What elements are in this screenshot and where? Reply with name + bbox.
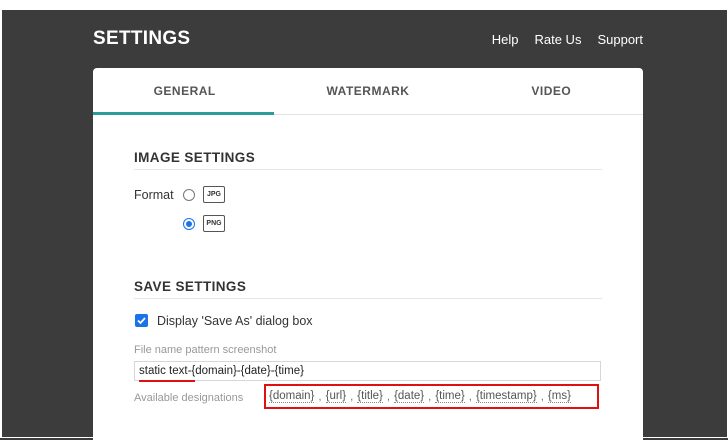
tab-watermark[interactable]: WATERMARK [276,68,459,114]
page-title: SETTINGS [93,28,191,49]
support-link[interactable]: Support [597,32,643,47]
window-frame-left [0,0,2,438]
checkmark-icon [137,317,146,325]
save-as-dialog-label: Display 'Save As' dialog box [157,314,313,328]
jpg-radio[interactable] [183,189,195,201]
format-label: Format [134,188,174,202]
designation-time[interactable]: {time} [435,390,465,403]
image-settings-heading: IMAGE SETTINGS [134,150,256,165]
separator: , [318,390,322,403]
rate-us-link[interactable]: Rate Us [534,32,581,47]
section-divider [134,169,602,170]
designation-date[interactable]: {date} [394,390,425,403]
designations-highlight-box: {domain} , {url} , {title} , {date} , {t… [264,384,599,409]
settings-card: GENERAL WATERMARK VIDEO IMAGE SETTINGS F… [93,68,643,440]
active-tab-indicator [93,112,274,115]
tab-video[interactable]: VIDEO [460,68,643,114]
png-file-icon: PNG [203,215,225,232]
designation-url[interactable]: {url} [325,390,347,403]
window-frame-top [0,0,728,10]
designation-domain[interactable]: {domain} [269,390,315,403]
help-link[interactable]: Help [492,32,519,47]
designation-timestamp[interactable]: {timestamp} [475,390,537,403]
separator: , [540,390,544,403]
separator: , [428,390,432,403]
separator: , [468,390,472,403]
file-name-pattern-label: File name pattern screenshot [134,344,277,356]
available-designations-label: Available designations [134,392,244,404]
save-settings-heading: SAVE SETTINGS [134,279,247,294]
tab-general[interactable]: GENERAL [93,68,276,114]
separator: , [350,390,354,403]
tab-bar: GENERAL WATERMARK VIDEO [93,68,643,115]
header-nav: Help Rate Us Support [492,32,643,47]
static-text-highlight-underline [139,380,195,382]
file-name-pattern-input[interactable] [134,361,601,381]
designation-ms[interactable]: {ms} [547,390,571,403]
png-radio[interactable] [183,218,195,230]
separator: , [386,390,391,403]
designation-title[interactable]: {title} [357,390,383,403]
jpg-file-icon: JPG [203,186,225,203]
section-divider [134,298,602,299]
save-as-dialog-checkbox[interactable] [135,314,148,327]
